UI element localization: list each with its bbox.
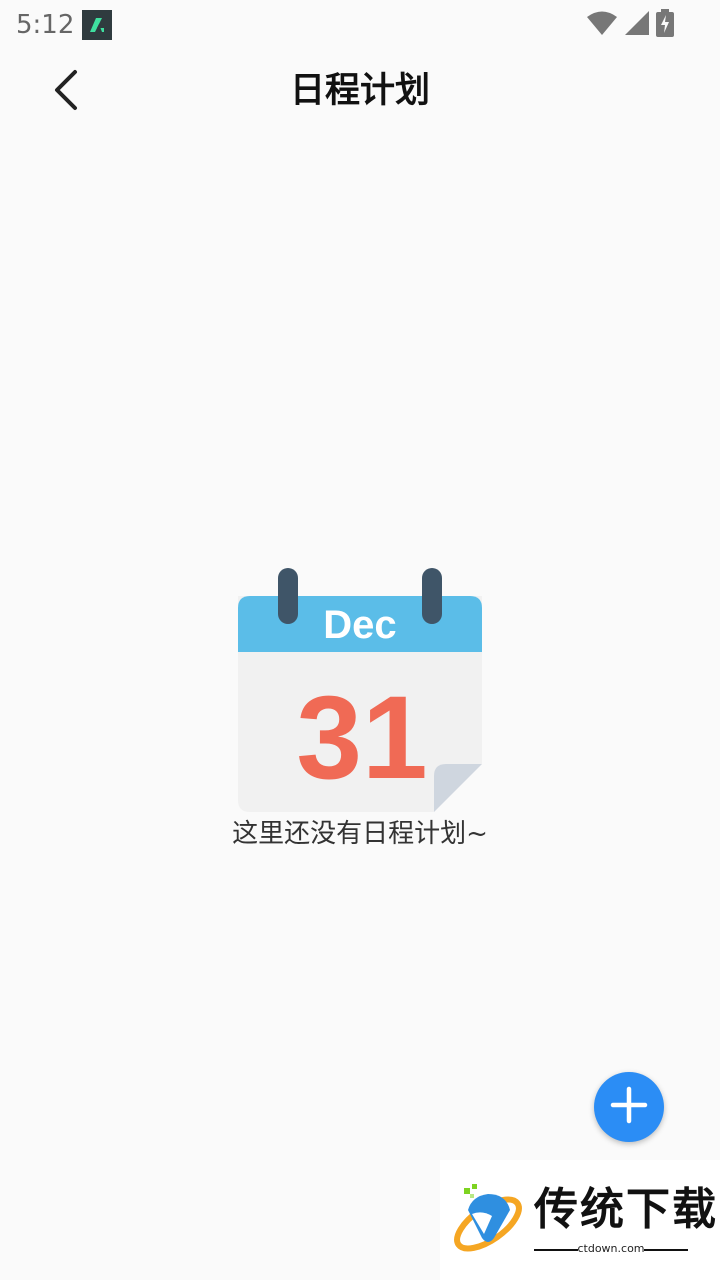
watermark-divider-right bbox=[644, 1249, 688, 1251]
calendar-day: 31 bbox=[296, 672, 427, 804]
watermark-logo-icon bbox=[448, 1180, 528, 1260]
app-screen: 5:12 日程计划 Dec 31 这里还没有日程计划~ 传统下载 ctdown.… bbox=[0, 0, 720, 1280]
battery-charging-icon bbox=[656, 9, 674, 41]
status-time: 5:12 bbox=[16, 10, 75, 40]
calendar-month: Dec bbox=[323, 603, 396, 647]
calendar-icon: Dec 31 bbox=[230, 560, 490, 820]
add-plan-button[interactable] bbox=[594, 1072, 664, 1142]
status-icons bbox=[586, 9, 674, 41]
page-title: 日程计划 bbox=[289, 71, 430, 111]
calendar-ring-right bbox=[422, 568, 442, 624]
app-notification-icon bbox=[82, 10, 112, 40]
plus-icon bbox=[609, 1085, 649, 1129]
calendar-page-curl bbox=[434, 764, 482, 812]
empty-message: 这里还没有日程计划~ bbox=[232, 819, 488, 849]
signal-icon bbox=[624, 10, 650, 40]
app-header: 日程计划 bbox=[0, 50, 720, 134]
watermark-title: 传统下载 bbox=[534, 1184, 718, 1235]
calendar-ring-left bbox=[278, 568, 298, 624]
watermark: 传统下载 ctdown.com bbox=[440, 1160, 720, 1280]
status-bar: 5:12 bbox=[0, 0, 720, 50]
wifi-icon bbox=[586, 10, 618, 40]
